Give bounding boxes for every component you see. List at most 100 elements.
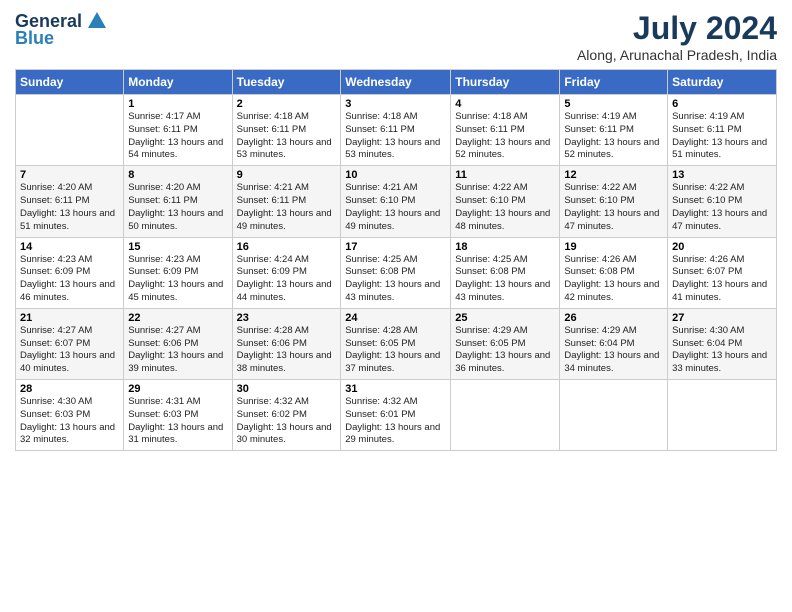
day-number: 13 <box>672 169 772 181</box>
day-info: Sunrise: 4:25 AMSunset: 6:08 PMDaylight:… <box>455 254 555 305</box>
day-number: 15 <box>128 241 227 253</box>
header-day: Sunday <box>16 70 124 95</box>
day-info: Sunrise: 4:21 AMSunset: 6:11 PMDaylight:… <box>237 182 337 233</box>
calendar-cell: 19Sunrise: 4:26 AMSunset: 6:08 PMDayligh… <box>560 237 668 308</box>
page: General Blue July 2024 Along, Arunachal … <box>0 0 792 612</box>
calendar-cell: 21Sunrise: 4:27 AMSunset: 6:07 PMDayligh… <box>16 308 124 379</box>
day-info: Sunrise: 4:20 AMSunset: 6:11 PMDaylight:… <box>128 182 227 233</box>
day-info: Sunrise: 4:28 AMSunset: 6:06 PMDaylight:… <box>237 325 337 376</box>
calendar-cell: 15Sunrise: 4:23 AMSunset: 6:09 PMDayligh… <box>124 237 232 308</box>
calendar-week-row: 21Sunrise: 4:27 AMSunset: 6:07 PMDayligh… <box>16 308 777 379</box>
calendar-week-row: 1Sunrise: 4:17 AMSunset: 6:11 PMDaylight… <box>16 95 777 166</box>
logo: General Blue <box>15 10 108 49</box>
header-day: Tuesday <box>232 70 341 95</box>
calendar-cell: 6Sunrise: 4:19 AMSunset: 6:11 PMDaylight… <box>668 95 777 166</box>
day-info: Sunrise: 4:23 AMSunset: 6:09 PMDaylight:… <box>20 254 119 305</box>
day-number: 26 <box>564 312 663 324</box>
calendar-cell: 14Sunrise: 4:23 AMSunset: 6:09 PMDayligh… <box>16 237 124 308</box>
day-info: Sunrise: 4:28 AMSunset: 6:05 PMDaylight:… <box>345 325 446 376</box>
month-title: July 2024 <box>577 10 777 47</box>
day-number: 14 <box>20 241 119 253</box>
calendar-cell: 27Sunrise: 4:30 AMSunset: 6:04 PMDayligh… <box>668 308 777 379</box>
day-number: 22 <box>128 312 227 324</box>
calendar-cell: 9Sunrise: 4:21 AMSunset: 6:11 PMDaylight… <box>232 166 341 237</box>
day-number: 3 <box>345 98 446 110</box>
day-info: Sunrise: 4:29 AMSunset: 6:05 PMDaylight:… <box>455 325 555 376</box>
header-row: SundayMondayTuesdayWednesdayThursdayFrid… <box>16 70 777 95</box>
header-day: Friday <box>560 70 668 95</box>
day-info: Sunrise: 4:27 AMSunset: 6:06 PMDaylight:… <box>128 325 227 376</box>
day-info: Sunrise: 4:29 AMSunset: 6:04 PMDaylight:… <box>564 325 663 376</box>
logo-icon <box>86 10 108 32</box>
calendar-table: SundayMondayTuesdayWednesdayThursdayFrid… <box>15 69 777 451</box>
day-info: Sunrise: 4:24 AMSunset: 6:09 PMDaylight:… <box>237 254 337 305</box>
day-info: Sunrise: 4:32 AMSunset: 6:02 PMDaylight:… <box>237 396 337 447</box>
calendar-cell: 11Sunrise: 4:22 AMSunset: 6:10 PMDayligh… <box>451 166 560 237</box>
calendar-cell: 3Sunrise: 4:18 AMSunset: 6:11 PMDaylight… <box>341 95 451 166</box>
day-number: 27 <box>672 312 772 324</box>
calendar-cell: 16Sunrise: 4:24 AMSunset: 6:09 PMDayligh… <box>232 237 341 308</box>
calendar-cell: 4Sunrise: 4:18 AMSunset: 6:11 PMDaylight… <box>451 95 560 166</box>
day-number: 29 <box>128 383 227 395</box>
calendar-cell: 1Sunrise: 4:17 AMSunset: 6:11 PMDaylight… <box>124 95 232 166</box>
day-number: 6 <box>672 98 772 110</box>
day-number: 23 <box>237 312 337 324</box>
day-info: Sunrise: 4:22 AMSunset: 6:10 PMDaylight:… <box>564 182 663 233</box>
calendar-cell: 26Sunrise: 4:29 AMSunset: 6:04 PMDayligh… <box>560 308 668 379</box>
calendar-cell: 17Sunrise: 4:25 AMSunset: 6:08 PMDayligh… <box>341 237 451 308</box>
day-info: Sunrise: 4:31 AMSunset: 6:03 PMDaylight:… <box>128 396 227 447</box>
calendar-cell: 10Sunrise: 4:21 AMSunset: 6:10 PMDayligh… <box>341 166 451 237</box>
calendar-cell: 5Sunrise: 4:19 AMSunset: 6:11 PMDaylight… <box>560 95 668 166</box>
day-number: 30 <box>237 383 337 395</box>
header-day: Wednesday <box>341 70 451 95</box>
day-number: 28 <box>20 383 119 395</box>
day-info: Sunrise: 4:25 AMSunset: 6:08 PMDaylight:… <box>345 254 446 305</box>
day-number: 4 <box>455 98 555 110</box>
calendar-cell <box>16 95 124 166</box>
calendar-cell: 22Sunrise: 4:27 AMSunset: 6:06 PMDayligh… <box>124 308 232 379</box>
day-info: Sunrise: 4:18 AMSunset: 6:11 PMDaylight:… <box>237 111 337 162</box>
day-number: 25 <box>455 312 555 324</box>
day-number: 11 <box>455 169 555 181</box>
day-info: Sunrise: 4:30 AMSunset: 6:04 PMDaylight:… <box>672 325 772 376</box>
calendar-cell: 30Sunrise: 4:32 AMSunset: 6:02 PMDayligh… <box>232 380 341 451</box>
day-number: 24 <box>345 312 446 324</box>
calendar-cell: 2Sunrise: 4:18 AMSunset: 6:11 PMDaylight… <box>232 95 341 166</box>
day-info: Sunrise: 4:20 AMSunset: 6:11 PMDaylight:… <box>20 182 119 233</box>
day-info: Sunrise: 4:26 AMSunset: 6:07 PMDaylight:… <box>672 254 772 305</box>
calendar-cell: 23Sunrise: 4:28 AMSunset: 6:06 PMDayligh… <box>232 308 341 379</box>
day-info: Sunrise: 4:22 AMSunset: 6:10 PMDaylight:… <box>672 182 772 233</box>
calendar-cell: 24Sunrise: 4:28 AMSunset: 6:05 PMDayligh… <box>341 308 451 379</box>
day-info: Sunrise: 4:22 AMSunset: 6:10 PMDaylight:… <box>455 182 555 233</box>
day-number: 10 <box>345 169 446 181</box>
day-number: 8 <box>128 169 227 181</box>
day-number: 20 <box>672 241 772 253</box>
day-info: Sunrise: 4:19 AMSunset: 6:11 PMDaylight:… <box>564 111 663 162</box>
day-number: 16 <box>237 241 337 253</box>
calendar-cell: 31Sunrise: 4:32 AMSunset: 6:01 PMDayligh… <box>341 380 451 451</box>
day-info: Sunrise: 4:18 AMSunset: 6:11 PMDaylight:… <box>455 111 555 162</box>
day-info: Sunrise: 4:23 AMSunset: 6:09 PMDaylight:… <box>128 254 227 305</box>
day-info: Sunrise: 4:30 AMSunset: 6:03 PMDaylight:… <box>20 396 119 447</box>
calendar-cell: 28Sunrise: 4:30 AMSunset: 6:03 PMDayligh… <box>16 380 124 451</box>
logo-blue: Blue <box>15 28 54 49</box>
calendar-cell <box>668 380 777 451</box>
day-number: 12 <box>564 169 663 181</box>
day-info: Sunrise: 4:27 AMSunset: 6:07 PMDaylight:… <box>20 325 119 376</box>
calendar-cell: 18Sunrise: 4:25 AMSunset: 6:08 PMDayligh… <box>451 237 560 308</box>
calendar-cell: 13Sunrise: 4:22 AMSunset: 6:10 PMDayligh… <box>668 166 777 237</box>
day-number: 5 <box>564 98 663 110</box>
day-number: 21 <box>20 312 119 324</box>
calendar-cell: 12Sunrise: 4:22 AMSunset: 6:10 PMDayligh… <box>560 166 668 237</box>
title-area: July 2024 Along, Arunachal Pradesh, Indi… <box>577 10 777 63</box>
day-info: Sunrise: 4:32 AMSunset: 6:01 PMDaylight:… <box>345 396 446 447</box>
calendar-cell <box>451 380 560 451</box>
day-info: Sunrise: 4:21 AMSunset: 6:10 PMDaylight:… <box>345 182 446 233</box>
calendar-cell: 7Sunrise: 4:20 AMSunset: 6:11 PMDaylight… <box>16 166 124 237</box>
subtitle: Along, Arunachal Pradesh, India <box>577 47 777 63</box>
calendar-cell: 20Sunrise: 4:26 AMSunset: 6:07 PMDayligh… <box>668 237 777 308</box>
calendar-cell: 25Sunrise: 4:29 AMSunset: 6:05 PMDayligh… <box>451 308 560 379</box>
header: General Blue July 2024 Along, Arunachal … <box>15 10 777 63</box>
day-info: Sunrise: 4:19 AMSunset: 6:11 PMDaylight:… <box>672 111 772 162</box>
day-number: 7 <box>20 169 119 181</box>
